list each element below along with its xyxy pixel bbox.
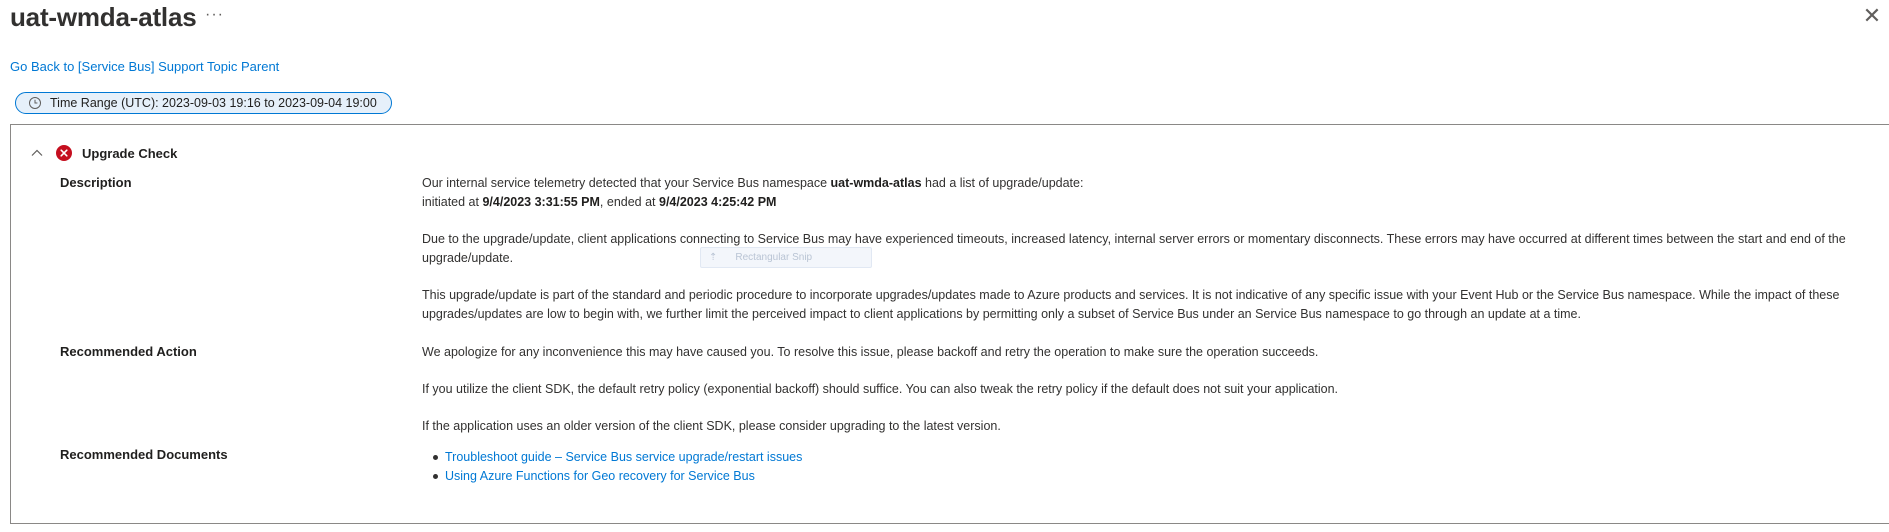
recommended-action-label: Recommended Action [60,344,197,359]
doc-link-geo-recovery[interactable]: Using Azure Functions for Geo recovery f… [445,469,755,483]
snip-icon: ⇡ [709,252,718,263]
documents-list: Troubleshoot guide – Service Bus service… [432,448,802,486]
recommended-documents-label: Recommended Documents [60,447,228,462]
rectangular-snip-tooltip: ⇡ Rectangular Snip [700,247,872,268]
action-paragraph-1: We apologize for any inconvenience this … [422,345,1319,359]
description-paragraph-2: Due to the upgrade/update, client applic… [422,232,1846,265]
time-range-button[interactable]: Time Range (UTC): 2023-09-03 19:16 to 20… [15,92,392,114]
description-label: Description [60,175,132,190]
close-button[interactable]: ✕ [1862,5,1882,27]
more-options-button[interactable]: ··· [205,6,224,24]
time-range-label: Time Range (UTC): 2023-09-03 19:16 to 20… [50,96,377,110]
description-line-2: initiated at 9/4/2023 3:31:55 PM, ended … [422,194,777,209]
description-paragraph-3: This upgrade/update is part of the stand… [422,288,1840,321]
back-to-parent-link[interactable]: Go Back to [Service Bus] Support Topic P… [10,59,279,74]
page-title: uat-wmda-atlas [10,2,197,32]
description-text: Our internal service telemetry detected … [422,174,1862,211]
chevron-up-icon[interactable] [30,146,44,160]
list-item: Using Azure Functions for Geo recovery f… [432,467,802,486]
description-line-1: Our internal service telemetry detected … [422,176,1084,190]
clock-icon [29,97,41,109]
action-paragraph-3: If the application uses an older version… [422,419,1001,433]
error-icon [56,145,72,161]
check-header[interactable]: Upgrade Check [30,145,177,161]
check-title: Upgrade Check [82,145,178,161]
action-paragraph-2: If you utilize the client SDK, the defau… [422,382,1339,396]
doc-link-troubleshoot-guide[interactable]: Troubleshoot guide – Service Bus service… [445,450,802,464]
list-item: Troubleshoot guide – Service Bus service… [432,448,802,467]
